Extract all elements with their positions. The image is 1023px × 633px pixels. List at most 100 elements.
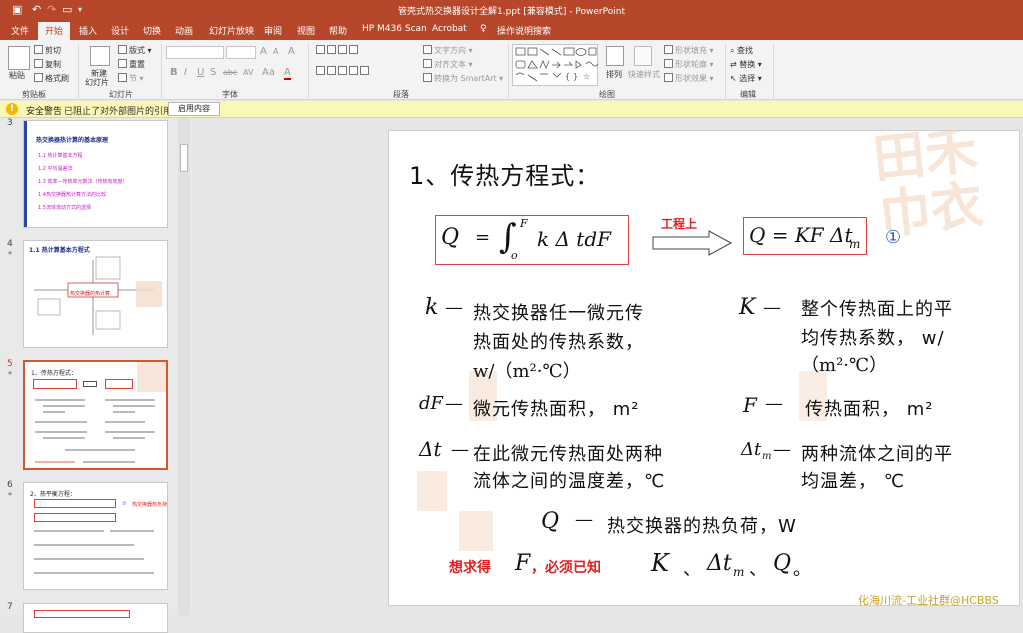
slide-number-6: 6	[7, 480, 13, 490]
quick-styles-icon[interactable]	[634, 46, 652, 66]
F-symbol: F	[743, 393, 757, 417]
current-slide[interactable]: ⽥⽲ ⼱⾐ 1、传热方程式： Q = ∫ F o k Δ tdF 工程上 Q = …	[388, 130, 1020, 606]
tab-help[interactable]: 帮助	[329, 24, 347, 37]
section-button[interactable]: 节 ▾	[118, 73, 144, 84]
copy-button[interactable]: 复制	[34, 59, 61, 70]
tab-animations[interactable]: 动画	[175, 24, 193, 37]
editing-group-label: 编辑	[740, 90, 756, 99]
thumbnail-slide-6[interactable]: 2、热平衡方程： ① 热交换器热负荷	[23, 482, 168, 590]
quick-styles-button[interactable]: 快速样式	[628, 69, 660, 80]
replace-button[interactable]: ⇄ 替换 ▾	[730, 59, 762, 70]
bottom-sep-1: 、	[683, 559, 701, 580]
tab-design[interactable]: 设计	[111, 24, 129, 37]
paragraph-group-label: 段落	[393, 90, 409, 99]
thumbnail-slide-4[interactable]: 1.1 热计算基本方程式 热交换器的热计算	[23, 240, 168, 348]
enable-content-button[interactable]: 启用内容	[168, 102, 220, 116]
smartart-icon	[423, 73, 432, 82]
dF-symbol: dF	[419, 393, 444, 414]
slide-number-4: 4	[7, 239, 13, 249]
arrange-button[interactable]: 排列	[606, 69, 622, 80]
format-painter-button[interactable]: 格式刷	[34, 73, 69, 84]
bottom-dt-subscript: m	[733, 565, 745, 579]
thumbnail-slide-7[interactable]	[23, 603, 168, 633]
thumbnail-scrollbar[interactable]	[178, 118, 190, 615]
text-direction-button[interactable]: 文字方向 ▾	[423, 45, 473, 56]
tab-view[interactable]: 视图	[297, 24, 315, 37]
cut-button[interactable]: 剪切	[34, 45, 61, 56]
bottom-dt: Δt	[707, 551, 732, 576]
tab-home[interactable]: 开始	[38, 22, 71, 40]
thumb3-item-2: 1.2 平均温差法	[38, 166, 73, 172]
shape-outline-button[interactable]: 形状轮廓 ▾	[664, 59, 714, 70]
shadow-button[interactable]: S	[210, 67, 216, 78]
shrink-font-button[interactable]: A	[273, 47, 278, 56]
tab-slideshow[interactable]: 幻灯片放映	[209, 24, 254, 37]
align-text-button[interactable]: 对齐文本 ▾	[423, 59, 473, 70]
cursor-icon: ↖	[730, 74, 737, 83]
font-size-input[interactable]	[226, 46, 256, 59]
find-button[interactable]: ⌕ 查找	[730, 45, 753, 56]
underline-button[interactable]: U	[197, 67, 204, 78]
shape-fill-button[interactable]: 形状填充 ▾	[664, 45, 714, 56]
slide-number-3: 3	[7, 118, 13, 128]
italic-button[interactable]: I	[184, 67, 187, 78]
svg-text:}: }	[573, 72, 578, 81]
security-title: 安全警告	[26, 107, 63, 117]
copy-icon	[34, 59, 43, 68]
ribbon: 粘贴 剪切 复制 格式刷 剪贴板 新建 幻灯片 版式 ▾ 重置 节 ▾ 幻灯片 …	[0, 40, 1023, 100]
thumb5-title: 1、传热方程式：	[31, 370, 77, 377]
arrange-icon[interactable]	[606, 46, 624, 66]
reset-button[interactable]: 重置	[118, 59, 145, 70]
paste-icon[interactable]	[8, 46, 30, 70]
title-bar: ▣ ↶ ↷ ▭ ▾ 管壳式热交换器设计全解1.ppt [兼容模式] - Powe…	[0, 0, 1023, 20]
grow-font-button[interactable]: A	[260, 46, 267, 57]
svg-text:☆: ☆	[583, 72, 590, 81]
select-button[interactable]: ↖ 选择 ▾	[730, 73, 762, 84]
dt-dash: —	[451, 439, 469, 460]
tab-insert[interactable]: 插入	[79, 24, 97, 37]
shapes-gallery[interactable]: {} ☆	[512, 44, 599, 86]
convert-smartart-button[interactable]: 转换为 SmartArt ▾	[423, 73, 503, 84]
font-name-input[interactable]	[166, 46, 224, 59]
font-group-label: 字体	[222, 90, 238, 99]
k-symbol: k	[425, 295, 439, 320]
tab-acrobat[interactable]: Acrobat	[432, 24, 467, 34]
tell-me-search[interactable]: 操作说明搜索	[497, 24, 551, 37]
new-slide-label-2[interactable]: 幻灯片	[85, 77, 109, 88]
dtm-dash: —	[773, 439, 791, 460]
bottom-sep-2: 、	[749, 559, 767, 580]
thumbnail-slide-3[interactable]: 热交换器热计算的基本原理 1.1 热计算基本方程 1.2 平均温差法 1.3 效…	[23, 120, 168, 228]
shape-effects-button[interactable]: 形状效果 ▾	[664, 73, 714, 84]
thumb5-lines	[35, 399, 155, 463]
thumb6-title: 2、热平衡方程：	[30, 491, 76, 498]
bottom-K: K	[651, 549, 669, 577]
Q-symbol: Q	[541, 509, 560, 534]
tab-review[interactable]: 审阅	[264, 24, 282, 37]
align-buttons[interactable]	[316, 66, 371, 76]
tab-transitions[interactable]: 切换	[143, 24, 161, 37]
scrollbar-thumb[interactable]	[180, 144, 188, 172]
clipboard-group-label: 剪贴板	[22, 90, 46, 99]
layout-button[interactable]: 版式 ▾	[118, 45, 152, 56]
char-spacing-button[interactable]: AV	[243, 68, 253, 77]
lightbulb-icon: ♀	[480, 24, 487, 34]
effects-icon	[664, 73, 673, 82]
thumbnail-slide-5[interactable]: 1、传热方程式：	[23, 360, 168, 470]
strikethrough-button[interactable]: abc	[223, 68, 237, 77]
thumb3-item-4: 1.4热交换器热计算方法的比较	[38, 192, 106, 198]
bullets-button[interactable]	[316, 45, 360, 55]
thumb6-note: 热交换器热负荷	[132, 502, 168, 508]
change-case-button[interactable]: Aa	[262, 67, 275, 78]
brush-icon	[34, 73, 43, 82]
tab-file[interactable]: 文件	[11, 24, 29, 37]
new-slide-icon[interactable]	[90, 46, 110, 66]
equation-number: ①	[885, 227, 902, 248]
paste-button[interactable]: 粘贴	[9, 70, 25, 81]
k-desc-2: 热面处的传热系数，	[473, 332, 644, 353]
font-color-button[interactable]: A	[284, 67, 291, 80]
outline-icon	[664, 59, 673, 68]
tab-hp-scan[interactable]: HP M436 Scan	[362, 24, 427, 34]
thumb4-title: 1.1 热计算基本方程式	[29, 247, 90, 254]
bold-button[interactable]: B	[170, 67, 178, 78]
clear-format-button[interactable]: A	[288, 46, 295, 57]
